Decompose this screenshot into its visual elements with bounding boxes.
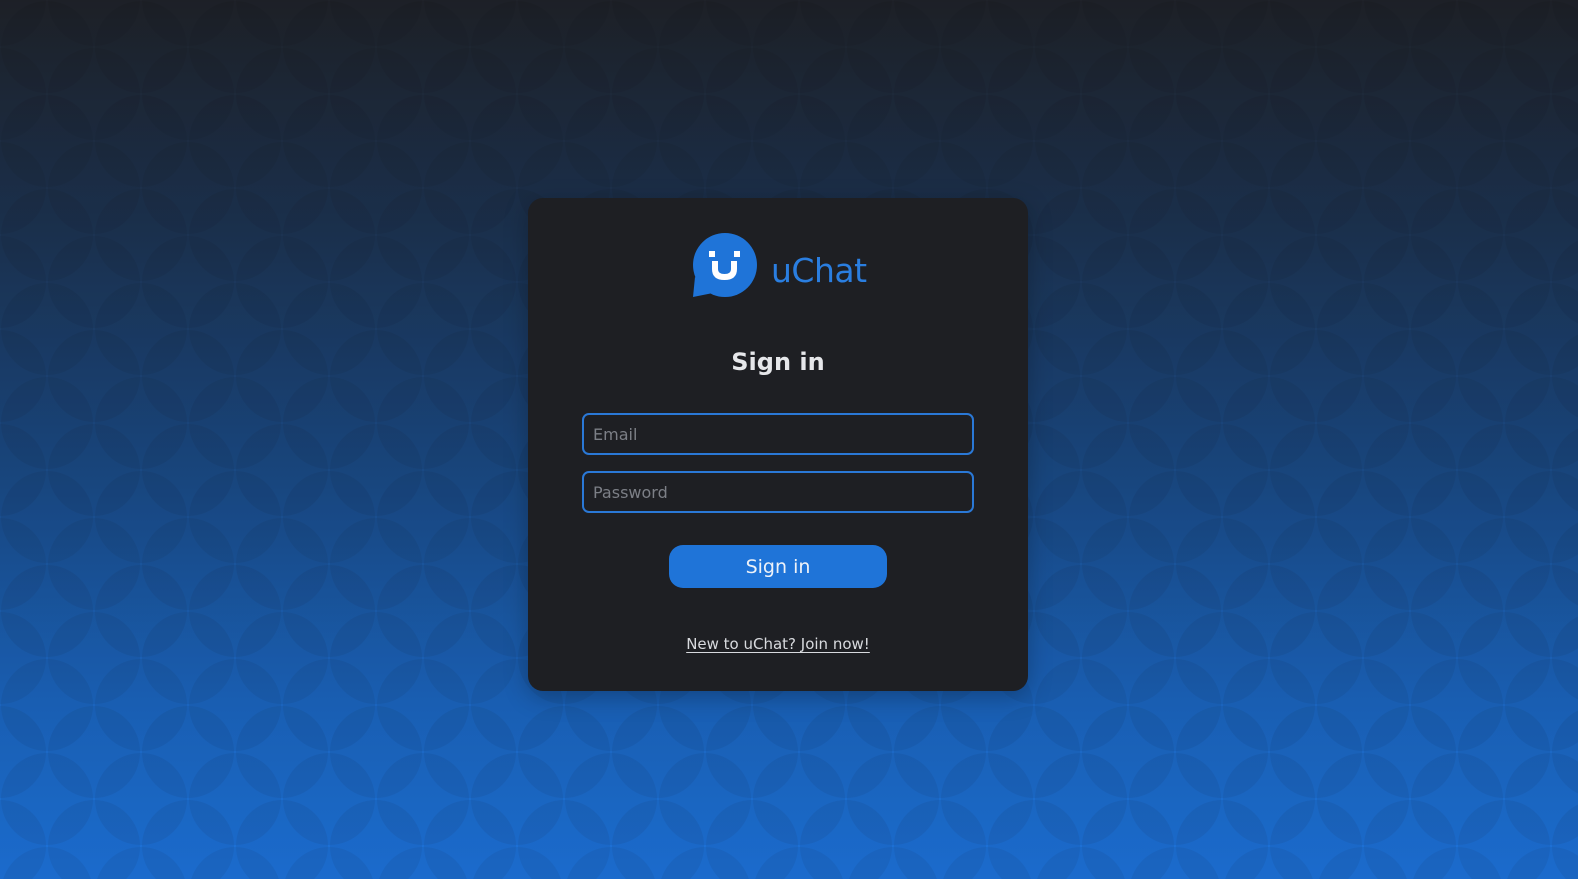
sign-in-card: uChat Sign in Sign in New to uChat? Join… (528, 198, 1028, 691)
brand-logo: uChat (691, 233, 867, 299)
page-title: Sign in (731, 348, 825, 376)
password-field[interactable] (582, 471, 974, 513)
sign-in-button[interactable]: Sign in (669, 545, 887, 588)
email-field[interactable] (582, 413, 974, 455)
chat-bubble-logo-icon (693, 233, 757, 297)
login-page: uChat Sign in Sign in New to uChat? Join… (0, 0, 1578, 879)
join-now-link[interactable]: New to uChat? Join now! (686, 635, 870, 653)
brand-name: uChat (771, 250, 867, 290)
join-link-row: New to uChat? Join now! (528, 634, 1028, 653)
